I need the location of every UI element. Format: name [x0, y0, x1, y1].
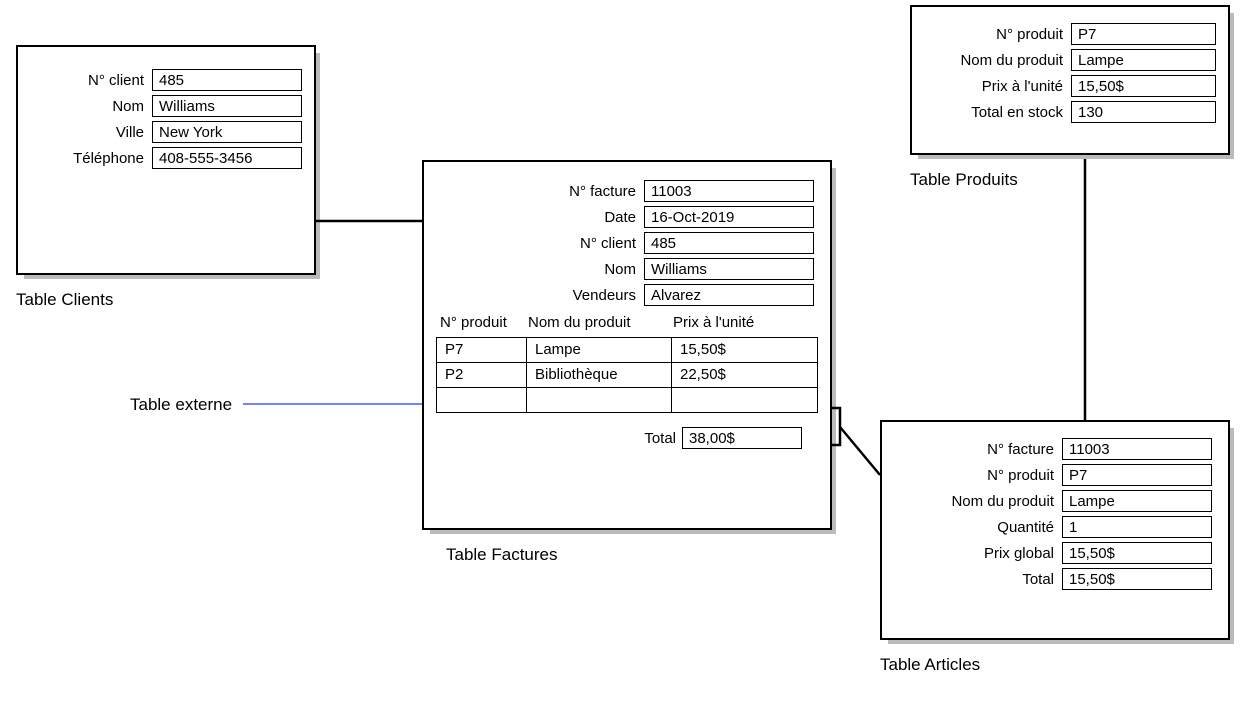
- label-table-externe: Table externe: [130, 395, 232, 415]
- value-ville[interactable]: New York: [152, 121, 302, 143]
- label-num-facture: N° facture: [436, 183, 636, 200]
- portal-cell[interactable]: [672, 388, 802, 412]
- value-vendeurs[interactable]: Alvarez: [644, 284, 814, 306]
- portal-cell[interactable]: [527, 388, 672, 412]
- portal-cell[interactable]: [437, 388, 527, 412]
- value-facture-client[interactable]: 485: [644, 232, 814, 254]
- panel-clients: N° client 485 Nom Williams Ville New Yor…: [16, 45, 316, 275]
- label-num-produit: N° produit: [924, 26, 1063, 43]
- label-num-client: N° client: [30, 72, 144, 89]
- label-art-nom: Nom du produit: [894, 493, 1054, 510]
- value-prix-unite[interactable]: 15,50$: [1071, 75, 1216, 97]
- portal-cell[interactable]: 22,50$: [672, 363, 802, 387]
- label-facture-nom: Nom: [436, 261, 636, 278]
- label-prix-global: Prix global: [894, 545, 1054, 562]
- portal-cell[interactable]: P7: [437, 338, 527, 362]
- label-nom-client: Nom: [30, 98, 144, 115]
- value-nom-client[interactable]: Williams: [152, 95, 302, 117]
- portal-table: P7 Lampe 15,50$ P2 Bibliothèque 22,50$: [436, 337, 818, 413]
- portal-cell[interactable]: P2: [437, 363, 527, 387]
- value-tel[interactable]: 408-555-3456: [152, 147, 302, 169]
- caption-articles: Table Articles: [880, 655, 980, 675]
- value-art-nom[interactable]: Lampe: [1062, 490, 1212, 512]
- label-art-facture: N° facture: [894, 441, 1054, 458]
- value-num-client[interactable]: 485: [152, 69, 302, 91]
- value-date[interactable]: 16-Oct-2019: [644, 206, 814, 228]
- portal-cell[interactable]: Lampe: [527, 338, 672, 362]
- value-total-facture[interactable]: 38,00$: [682, 427, 802, 449]
- label-art-produit: N° produit: [894, 467, 1054, 484]
- label-qte: Quantité: [894, 519, 1054, 536]
- caption-factures: Table Factures: [446, 545, 558, 565]
- value-stock[interactable]: 130: [1071, 101, 1216, 123]
- portal-header-c2: Nom du produit: [528, 314, 673, 331]
- value-art-facture[interactable]: 11003: [1062, 438, 1212, 460]
- value-art-produit[interactable]: P7: [1062, 464, 1212, 486]
- label-prix-unite: Prix à l'unité: [924, 78, 1063, 95]
- label-facture-client: N° client: [436, 235, 636, 252]
- caption-clients: Table Clients: [16, 290, 113, 310]
- label-stock: Total en stock: [924, 104, 1063, 121]
- panel-articles: N° facture 11003 N° produit P7 Nom du pr…: [880, 420, 1230, 640]
- label-vendeurs: Vendeurs: [436, 287, 636, 304]
- value-qte[interactable]: 1: [1062, 516, 1212, 538]
- value-num-produit[interactable]: P7: [1071, 23, 1216, 45]
- portal-header-c1: N° produit: [436, 314, 528, 331]
- label-art-total: Total: [894, 571, 1054, 588]
- value-prix-global[interactable]: 15,50$: [1062, 542, 1212, 564]
- value-facture-nom[interactable]: Williams: [644, 258, 814, 280]
- label-tel: Téléphone: [30, 150, 144, 167]
- value-num-facture[interactable]: 11003: [644, 180, 814, 202]
- label-date: Date: [436, 209, 636, 226]
- panel-produits: N° produit P7 Nom du produit Lampe Prix …: [910, 5, 1230, 155]
- caption-produits: Table Produits: [910, 170, 1018, 190]
- label-nom-produit: Nom du produit: [924, 52, 1063, 69]
- portal-header-row: N° produit Nom du produit Prix à l'unité: [436, 314, 818, 331]
- label-ville: Ville: [30, 124, 144, 141]
- portal-cell[interactable]: 15,50$: [672, 338, 802, 362]
- portal-header-c3: Prix à l'unité: [673, 314, 803, 331]
- value-nom-produit[interactable]: Lampe: [1071, 49, 1216, 71]
- portal-cell[interactable]: Bibliothèque: [527, 363, 672, 387]
- label-total-facture: Total: [644, 430, 676, 447]
- value-art-total[interactable]: 15,50$: [1062, 568, 1212, 590]
- panel-factures: N° facture 11003 Date 16-Oct-2019 N° cli…: [422, 160, 832, 530]
